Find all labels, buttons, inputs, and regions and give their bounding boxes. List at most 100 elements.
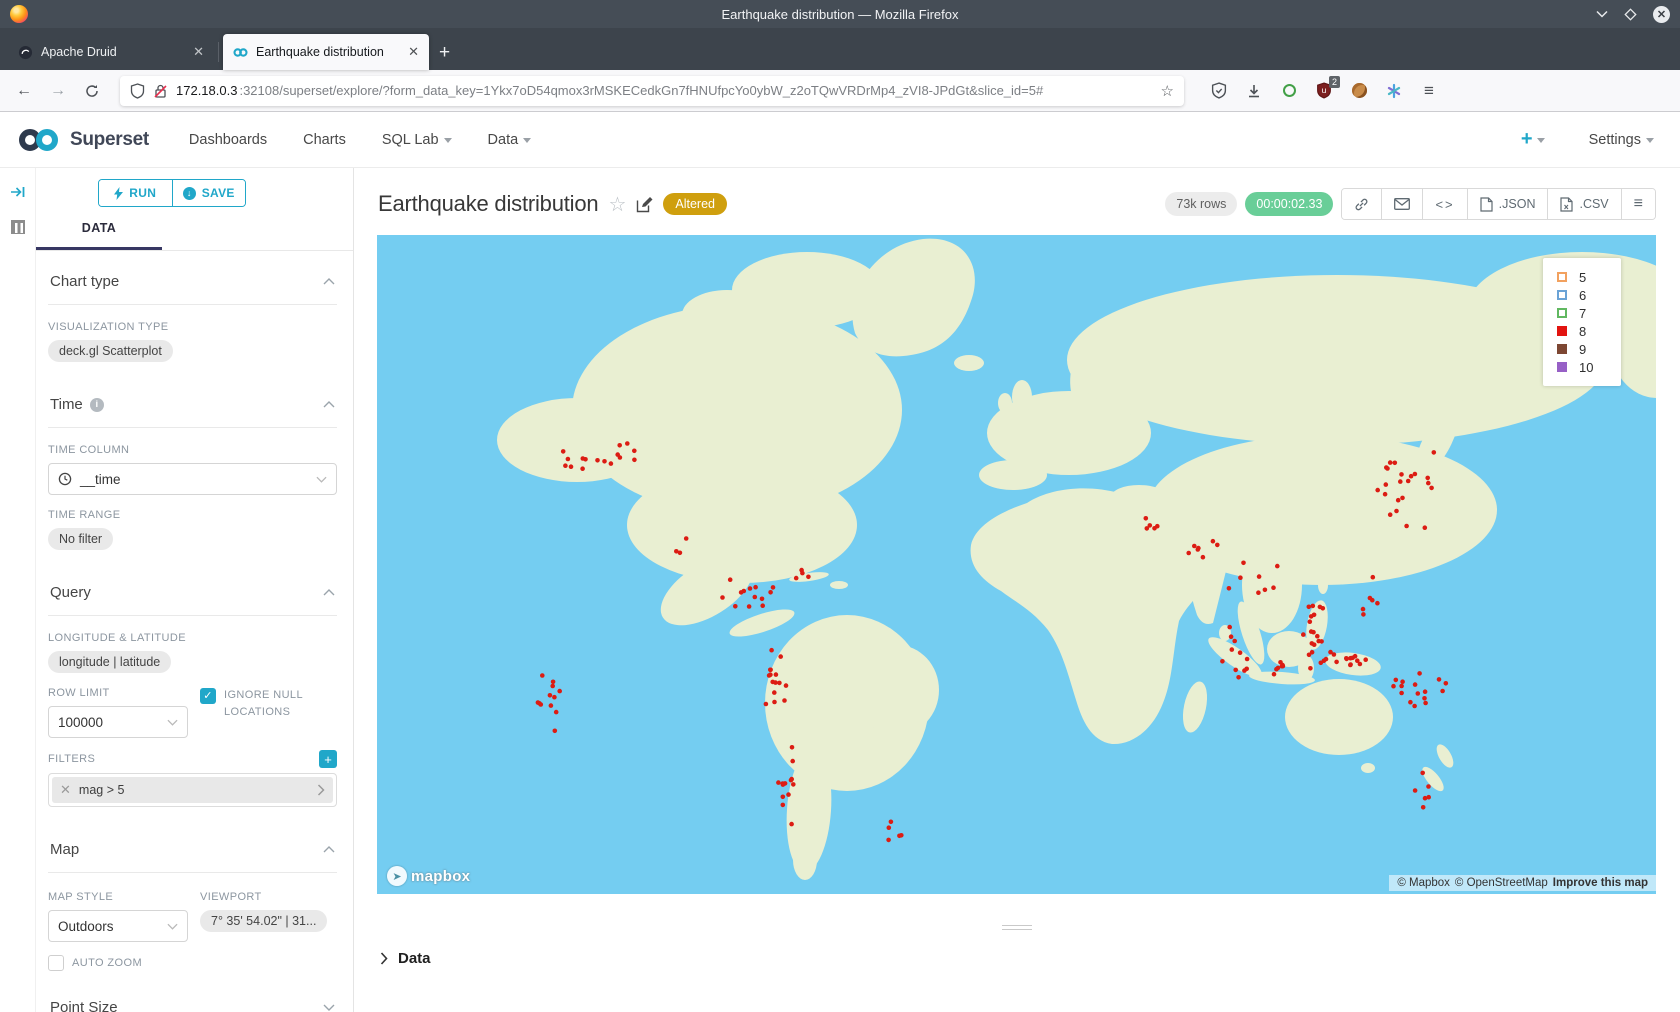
menu-icon[interactable]: ≡ [1420,82,1438,100]
auto-zoom-checkbox[interactable] [48,955,64,971]
earthquake-point[interactable] [1144,516,1149,521]
earthquake-point[interactable] [806,575,811,580]
earthquake-point[interactable] [1426,784,1431,789]
earthquake-point[interactable] [1301,632,1306,637]
earthquake-point[interactable] [563,463,568,468]
earthquake-point[interactable] [1318,605,1323,610]
earthquake-point[interactable] [753,595,758,600]
earthquake-point[interactable] [1398,479,1403,484]
earthquake-point[interactable] [1315,634,1320,639]
earthquake-point[interactable] [554,710,559,715]
earthquake-point[interactable] [1368,596,1373,601]
earthquake-point[interactable] [1399,684,1404,689]
earthquake-point[interactable] [1328,650,1333,655]
earthquake-point[interactable] [625,441,630,446]
earthquake-point[interactable] [1238,575,1243,580]
earthquake-point[interactable] [1361,612,1366,617]
earthquake-point[interactable] [1406,479,1411,484]
earthquake-point[interactable] [1227,625,1232,630]
earthquake-point[interactable] [1404,524,1409,529]
earthquake-point[interactable] [1399,691,1404,696]
improve-map-link[interactable]: Improve this map [1553,877,1648,889]
time-range-value[interactable]: No filter [48,528,113,550]
earthquake-point[interactable] [776,780,781,785]
embed-code-button[interactable]: <> [1422,189,1466,219]
earthquake-point[interactable] [1355,658,1360,663]
earthquake-point[interactable] [1426,795,1431,800]
legend-swatch-9[interactable] [1557,344,1567,354]
collapse-panel-icon[interactable] [10,184,26,200]
tab-close-icon[interactable]: ✕ [408,44,419,60]
earthquake-point[interactable] [1385,466,1390,471]
earthquake-point[interactable] [733,604,738,609]
earthquake-point[interactable] [1186,551,1191,556]
ignore-null-checkbox[interactable]: ✓ [200,688,216,704]
earthquake-point[interactable] [602,459,607,464]
new-tab-button[interactable]: + [439,42,450,64]
add-filter-button[interactable]: + [319,750,337,768]
earthquake-point[interactable] [581,456,586,461]
earthquake-point[interactable] [1413,472,1418,477]
export-json-button[interactable]: .JSON [1467,189,1548,219]
earthquake-point[interactable] [674,549,679,554]
earthquake-point[interactable] [789,822,794,827]
reload-button[interactable] [78,77,106,105]
time-column-select[interactable]: __time [48,463,337,495]
earthquake-point[interactable] [1394,678,1399,683]
earthquake-point[interactable] [632,458,637,463]
earthquake-point[interactable] [774,672,779,677]
panel-drag-handle[interactable] [1002,925,1032,930]
nav-settings[interactable]: Settings [1589,132,1654,148]
earthquake-point[interactable] [1437,677,1442,682]
earthquake-point[interactable] [781,795,786,800]
earthquake-point[interactable] [1432,450,1437,455]
earthquake-point[interactable] [1444,681,1449,686]
earthquake-point[interactable] [1348,656,1353,661]
insecure-lock-icon[interactable] [153,83,168,99]
back-button[interactable]: ← [10,77,38,105]
earthquake-point[interactable] [1391,684,1396,689]
earthquake-point[interactable] [557,689,562,694]
earthquake-point[interactable] [1245,657,1250,662]
extension-green-icon[interactable] [1280,82,1298,100]
earthquake-point[interactable] [1426,481,1431,486]
remove-filter-icon[interactable]: ✕ [60,782,71,798]
earthquake-point[interactable] [1312,613,1317,618]
altered-badge[interactable]: Altered [663,193,727,215]
earthquake-point[interactable] [1348,663,1353,668]
earthquake-point[interactable] [1400,496,1405,501]
earthquake-point[interactable] [1319,639,1324,644]
section-time[interactable]: Timei [48,362,337,428]
earthquake-point[interactable] [781,803,786,808]
copy-link-button[interactable] [1342,189,1381,219]
earthquake-point[interactable] [1399,472,1404,477]
earthquake-point[interactable] [1233,668,1238,673]
earthquake-point[interactable] [1422,696,1427,701]
earthquake-point[interactable] [1229,634,1234,639]
earthquake-point[interactable] [1308,619,1313,624]
earthquake-point[interactable] [1312,642,1317,647]
earthquake-point[interactable] [1236,675,1241,680]
earthquake-point[interactable] [1417,671,1422,676]
window-maximize-icon[interactable] [1624,8,1637,21]
earthquake-point[interactable] [777,681,782,686]
earthquake-point[interactable] [550,684,555,689]
earthquake-point[interactable] [1274,667,1279,672]
nav-data[interactable]: Data [488,132,532,148]
attribution-mapbox-link[interactable]: © Mapbox [1397,877,1450,889]
earthquake-point[interactable] [540,673,545,678]
earthquake-point[interactable] [1152,526,1157,531]
earthquake-point[interactable] [769,648,774,653]
earthquake-point[interactable] [566,457,571,462]
earthquake-point[interactable] [1256,590,1261,595]
earthquake-point[interactable] [1361,607,1366,612]
deckgl-map[interactable]: 5 6 7 8 9 10 ➤ mapbox © Mapbox © OpenStr… [377,235,1656,894]
earthquake-point[interactable] [1400,679,1405,684]
earthquake-point[interactable] [1238,650,1243,655]
tab-data[interactable]: DATA [36,209,162,250]
legend-swatch-6[interactable] [1557,290,1567,300]
earthquake-point[interactable] [1413,788,1418,793]
earthquake-point[interactable] [720,595,725,600]
earthquake-point[interactable] [889,820,894,825]
bookmark-star-icon[interactable]: ☆ [1161,82,1174,100]
